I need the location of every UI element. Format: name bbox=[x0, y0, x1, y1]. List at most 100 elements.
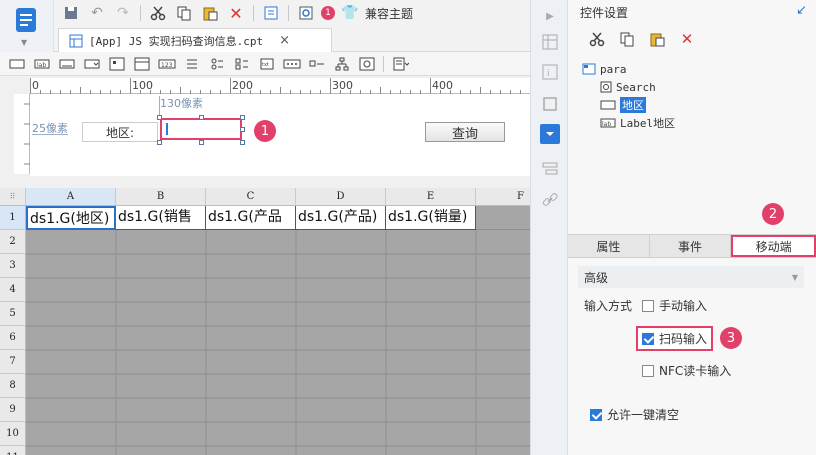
search-widget-icon[interactable] bbox=[356, 55, 377, 73]
row-header[interactable]: 10 bbox=[0, 422, 26, 446]
app-menu-chevron-icon[interactable]: ▼ bbox=[21, 38, 27, 47]
column-header[interactable]: B bbox=[116, 188, 206, 206]
query-button[interactable]: 查询 bbox=[425, 122, 505, 142]
allow-clear-checkbox[interactable] bbox=[590, 408, 602, 421]
tree-label: Search bbox=[616, 80, 656, 94]
number-widget-icon[interactable]: 123 bbox=[156, 55, 177, 73]
column-header[interactable]: F bbox=[476, 188, 530, 206]
resize-handle[interactable] bbox=[240, 115, 245, 120]
column-header[interactable]: E bbox=[386, 188, 476, 206]
allow-clear-option[interactable]: 允许一键清空 bbox=[590, 406, 679, 423]
preview-icon[interactable] bbox=[295, 2, 317, 24]
row-header[interactable]: 8 bbox=[0, 374, 26, 398]
resize-handle[interactable] bbox=[240, 140, 245, 145]
tab-document[interactable]: [App] JS 实现扫码查询信息.cpt × bbox=[58, 28, 332, 52]
tab-attributes[interactable]: 属性 bbox=[568, 235, 650, 257]
column-header[interactable]: C bbox=[206, 188, 296, 206]
copy-icon[interactable] bbox=[173, 2, 195, 24]
password-widget-icon[interactable] bbox=[281, 55, 302, 73]
tab-mobile[interactable]: 移动端 bbox=[731, 235, 816, 257]
parameter-form-design[interactable]: 130像素 25像素 地区: 1 查询 bbox=[30, 94, 530, 176]
text-widget-icon[interactable] bbox=[6, 55, 27, 73]
theme-label[interactable]: 兼容主题 bbox=[365, 5, 413, 22]
region-input[interactable] bbox=[160, 118, 242, 140]
manual-input-checkbox[interactable] bbox=[642, 299, 654, 312]
side-icon-strip: ▶ i bbox=[530, 0, 568, 455]
undo-icon[interactable]: ↶ bbox=[86, 2, 108, 24]
resize-handle[interactable] bbox=[157, 140, 162, 145]
cell-C1[interactable]: ds1.G(产品 bbox=[206, 206, 296, 230]
cell-B1[interactable]: ds1.G(销售 bbox=[116, 206, 206, 230]
template-icon[interactable] bbox=[260, 2, 282, 24]
tab-events[interactable]: 事件 bbox=[650, 235, 732, 257]
row-header[interactable]: 6 bbox=[0, 326, 26, 350]
textarea-widget-icon[interactable] bbox=[181, 55, 202, 73]
nfc-input-checkbox[interactable] bbox=[642, 364, 654, 377]
delete-icon[interactable]: ✕ bbox=[225, 2, 247, 24]
region-label[interactable]: 地区: bbox=[82, 122, 158, 142]
row-header[interactable]: 5 bbox=[0, 302, 26, 326]
scan-input-checkbox[interactable] bbox=[642, 332, 654, 345]
cell-attribute-icon[interactable]: i bbox=[540, 62, 560, 82]
text-box-widget-icon[interactable]: txt bbox=[256, 55, 277, 73]
row-header[interactable]: 2 bbox=[0, 230, 26, 254]
app-logo-icon[interactable] bbox=[14, 6, 38, 34]
column-header[interactable]: D bbox=[296, 188, 386, 206]
nfc-input-option[interactable]: NFC读卡输入 bbox=[642, 362, 731, 379]
float-element-icon[interactable] bbox=[540, 94, 560, 114]
tree-node-label-region[interactable]: lab Label地区 bbox=[582, 114, 812, 132]
date-widget-icon[interactable] bbox=[131, 55, 152, 73]
copy-icon[interactable] bbox=[616, 28, 638, 50]
cell-D1[interactable]: ds1.G(产品) bbox=[296, 206, 386, 230]
row-header[interactable]: 7 bbox=[0, 350, 26, 374]
row-header[interactable]: 3 bbox=[0, 254, 26, 278]
resize-handle[interactable] bbox=[199, 115, 204, 120]
radio-group-widget-icon[interactable] bbox=[206, 55, 227, 73]
tree-combo-widget-icon[interactable] bbox=[106, 55, 127, 73]
delete-icon[interactable]: ✕ bbox=[676, 28, 698, 50]
tree-node-root[interactable]: para bbox=[582, 60, 812, 78]
cut-icon[interactable] bbox=[586, 28, 608, 50]
cut-icon[interactable] bbox=[147, 2, 169, 24]
condition-attribute-icon[interactable] bbox=[540, 158, 560, 178]
paste-icon[interactable] bbox=[646, 28, 668, 50]
row-header[interactable]: 1 bbox=[0, 206, 26, 230]
widget-settings-icon[interactable] bbox=[540, 124, 560, 144]
row-header[interactable]: 9 bbox=[0, 398, 26, 422]
cell-A1[interactable]: ds1.G(地区) bbox=[26, 206, 116, 230]
tab-close-icon[interactable]: × bbox=[279, 33, 290, 48]
select-all-corner[interactable]: ⠿ bbox=[0, 188, 26, 206]
hyperlink-icon[interactable] bbox=[540, 190, 560, 210]
redo-icon[interactable]: ↷ bbox=[112, 2, 134, 24]
cell-E1[interactable]: ds1.G(销量) bbox=[386, 206, 476, 230]
combobox-widget-icon[interactable] bbox=[81, 55, 102, 73]
label-widget-icon[interactable]: lab bbox=[31, 55, 52, 73]
resize-handle[interactable] bbox=[240, 127, 245, 132]
empty-grid[interactable] bbox=[26, 230, 530, 455]
collapse-arrow-icon[interactable]: ▶ bbox=[540, 6, 560, 26]
pin-arrow-icon[interactable]: ↙ bbox=[796, 3, 807, 18]
column-header[interactable]: A bbox=[26, 188, 116, 206]
tree-widget-icon[interactable] bbox=[331, 55, 352, 73]
notification-badge[interactable]: 1 bbox=[321, 6, 335, 20]
resize-handle[interactable] bbox=[199, 140, 204, 145]
spreadsheet[interactable]: ⠿ A B C D E F 1 2 3 4 5 6 7 8 9 10 11 ds… bbox=[0, 188, 530, 455]
cell-F1[interactable] bbox=[476, 206, 530, 230]
save-icon[interactable] bbox=[60, 2, 82, 24]
main-toolbar: ↶ ↷ ✕ 1 👕 兼容主题 bbox=[54, 0, 530, 26]
resize-handle[interactable] bbox=[157, 115, 162, 120]
more-widgets-icon[interactable] bbox=[390, 55, 411, 73]
advanced-section-header[interactable]: 高级 ▼ bbox=[578, 266, 804, 288]
scan-input-option[interactable]: 扫码输入 bbox=[636, 326, 714, 351]
tree-node-search[interactable]: Search bbox=[582, 78, 812, 96]
button-widget-icon[interactable] bbox=[56, 55, 77, 73]
paste-icon[interactable] bbox=[199, 2, 221, 24]
manual-input-option[interactable]: 手动输入 bbox=[642, 297, 707, 314]
checkbox-widget-icon[interactable] bbox=[306, 55, 327, 73]
tree-node-region[interactable]: 地区 bbox=[582, 96, 812, 114]
row-header[interactable]: 4 bbox=[0, 278, 26, 302]
row-header[interactable]: 11 bbox=[0, 446, 26, 455]
checkbox-group-widget-icon[interactable] bbox=[231, 55, 252, 73]
theme-shirt-icon[interactable]: 👕 bbox=[339, 2, 361, 24]
cell-element-icon[interactable] bbox=[540, 32, 560, 52]
